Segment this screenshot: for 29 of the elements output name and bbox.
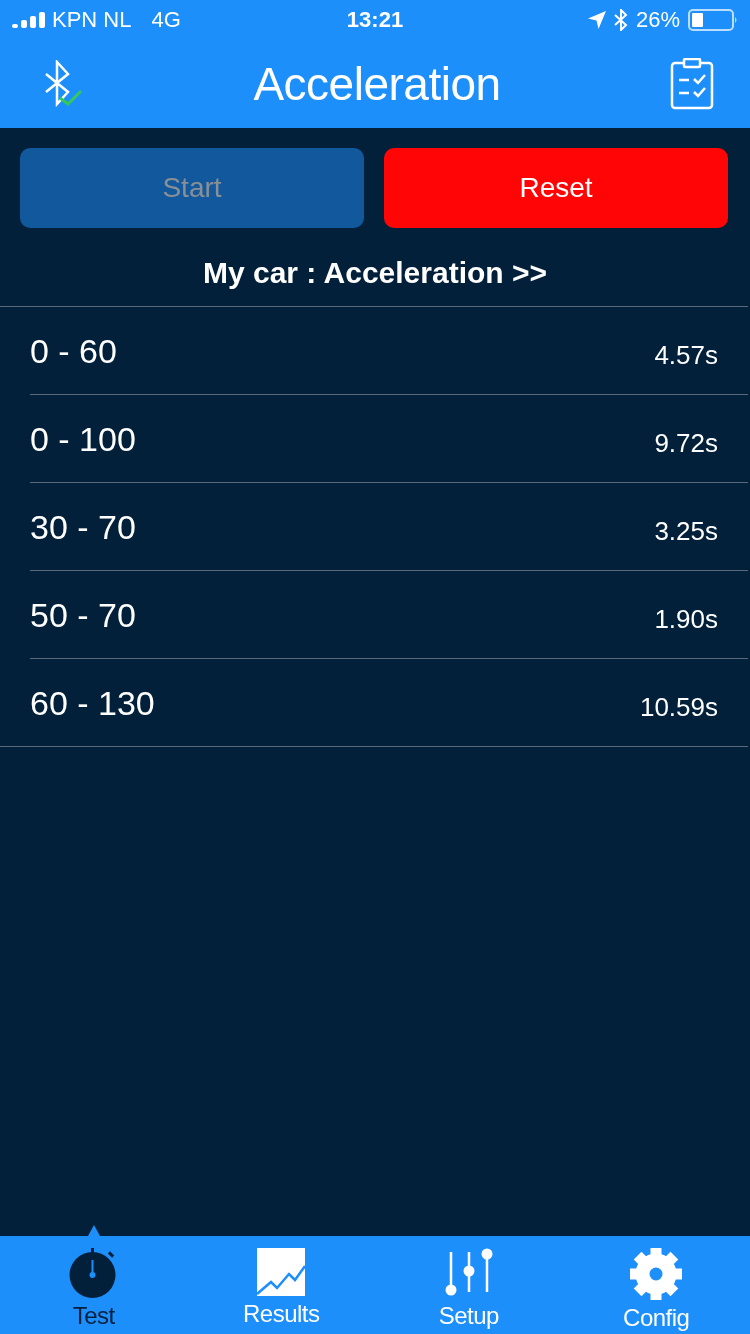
battery-percentage: 26%	[635, 7, 680, 33]
car-mode-link[interactable]: My car : Acceleration >>	[202, 256, 548, 289]
network-type: 4G	[151, 7, 181, 33]
status-time: 13:21	[346, 7, 404, 33]
speed-range: 30 - 70	[30, 508, 136, 547]
bluetooth-check-icon[interactable]	[44, 60, 84, 108]
location-arrow-icon	[587, 11, 606, 29]
speed-range: 60 - 130	[30, 684, 155, 723]
tab-item[interactable]: Config	[562, 1236, 750, 1334]
bluetooth-icon	[613, 9, 628, 31]
line-chart-icon	[257, 1248, 306, 1296]
speed-range: 50 - 70	[30, 596, 136, 635]
acceleration-time: 3.25s	[654, 516, 718, 547]
speed-range: 0 - 100	[30, 420, 136, 459]
acceleration-time: 4.57s	[654, 340, 718, 371]
tab-item[interactable]: Setup	[375, 1236, 563, 1334]
speed-range: 0 - 60	[30, 332, 117, 371]
gear-icon	[630, 1248, 683, 1300]
tab-item[interactable]: Results	[187, 1236, 375, 1334]
acceleration-time: 1.90s	[654, 604, 718, 635]
acceleration-time: 9.72s	[654, 428, 718, 459]
battery-icon	[688, 9, 738, 31]
tab-item[interactable]: Test	[0, 1236, 188, 1334]
signal-icon	[12, 12, 46, 28]
carrier-name: KPN NL	[52, 7, 132, 33]
screen-title: Acceleration	[253, 57, 501, 111]
acceleration-time: 10.59s	[639, 692, 718, 723]
reset-button[interactable]: Reset	[384, 148, 728, 228]
clipboard-checklist-icon[interactable]	[670, 58, 714, 110]
